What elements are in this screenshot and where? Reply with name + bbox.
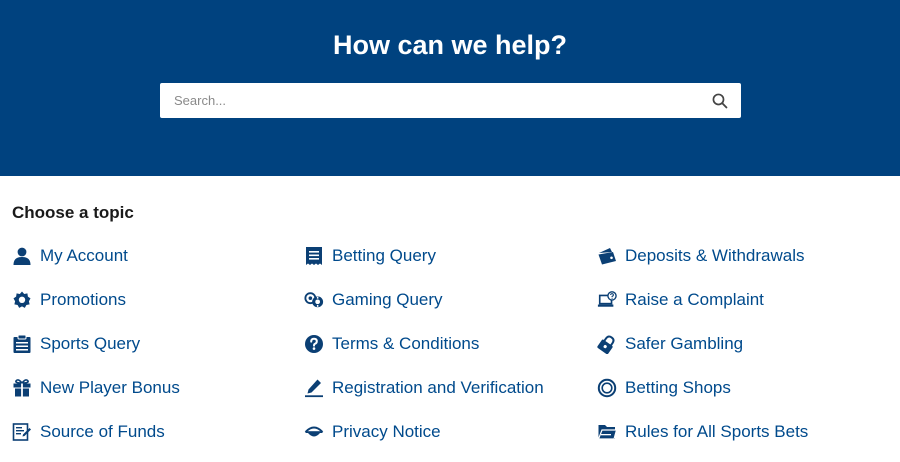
- topic-label: Privacy Notice: [332, 422, 441, 441]
- topic-label: Source of Funds: [40, 422, 165, 441]
- privacy-eye-icon: [304, 426, 324, 437]
- topic-label: Deposits & Withdrawals: [625, 246, 805, 265]
- topic-label: Gaming Query: [332, 290, 443, 309]
- padlock-icon: [597, 335, 615, 354]
- pen-icon: [305, 379, 323, 398]
- user-icon: [13, 247, 31, 265]
- ring-icon: [597, 378, 617, 398]
- topic-label: Sports Query: [40, 334, 141, 353]
- topic-label: Raise a Complaint: [625, 290, 764, 309]
- clipboard-icon: [13, 334, 31, 353]
- topic-label: My Account: [40, 246, 128, 265]
- help-banner: How can we help?: [0, 0, 900, 176]
- topic-label: Terms & Conditions: [332, 334, 480, 353]
- wallet-icon: [598, 248, 616, 265]
- folder-icon: [597, 425, 617, 440]
- question-circle-icon: [305, 335, 323, 353]
- search-icon[interactable]: [711, 92, 729, 110]
- badge-icon: [13, 291, 31, 308]
- topic-label: Rules for All Sports Bets: [625, 422, 809, 441]
- document-pen-icon: [12, 423, 31, 441]
- receipt-icon: [306, 247, 322, 265]
- gift-icon: [13, 379, 31, 397]
- casino-chips-icon: [304, 292, 324, 308]
- topic-label: Safer Gambling: [625, 334, 744, 353]
- topic-label: Promotions: [40, 290, 126, 309]
- topic-label: Betting Shops: [625, 378, 731, 397]
- topic-label: Betting Query: [332, 246, 436, 265]
- laptop-question-icon: [597, 291, 617, 307]
- topic-label: Registration and Verification: [332, 378, 544, 397]
- page-title: How can we help?: [332, 30, 568, 60]
- choose-topic-heading: Choose a topic: [12, 203, 134, 222]
- topic-label: New Player Bonus: [40, 378, 180, 397]
- search-box: [160, 83, 741, 118]
- search-input[interactable]: [160, 83, 700, 118]
